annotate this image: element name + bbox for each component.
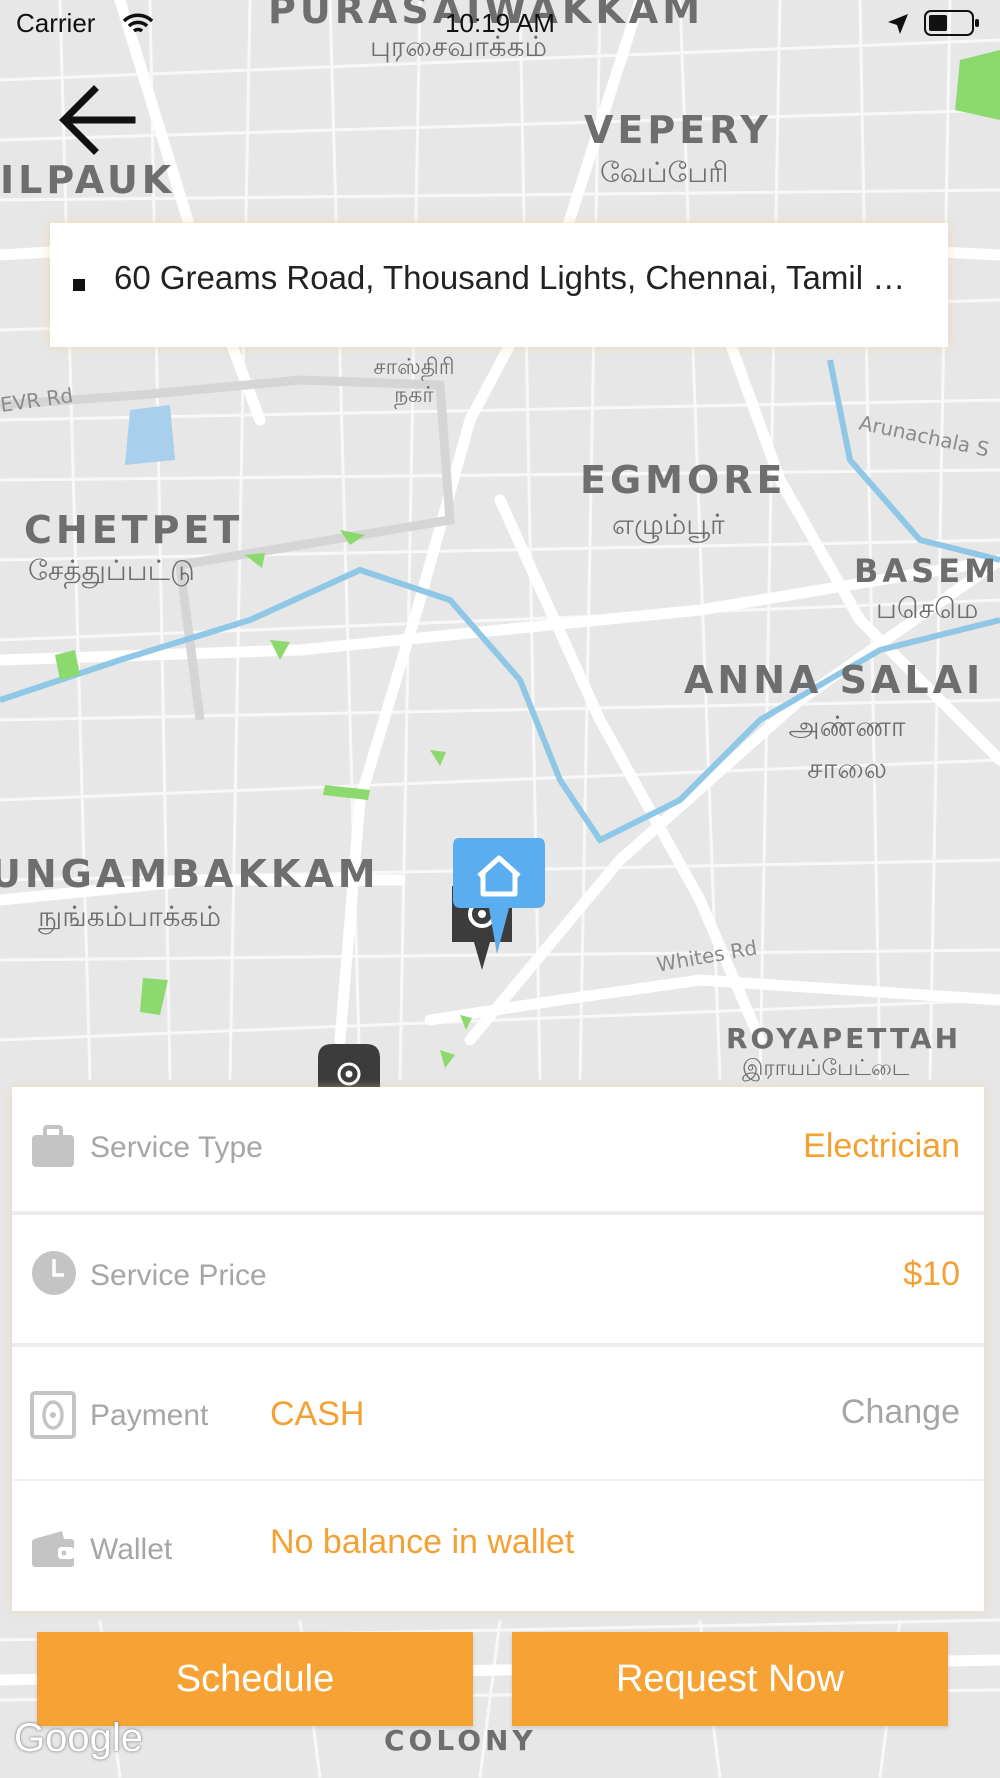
back-arrow-icon[interactable]	[56, 78, 140, 162]
service-details-panel: Service Type Electrician Service Price $…	[12, 1087, 984, 1611]
clock-icon	[32, 1251, 76, 1295]
address-card[interactable]: 60 Greams Road, Thousand Lights, Chennai…	[50, 223, 948, 347]
service-type-row[interactable]: Service Type Electrician	[12, 1087, 984, 1211]
map-label-royapettah-ta: இராயப்பேட்டை	[742, 1056, 910, 1081]
wallet-label: Wallet	[90, 1533, 173, 1566]
wallet-row: Wallet No balance in wallet	[12, 1481, 984, 1611]
map-label-basem: BASEM	[854, 552, 1000, 590]
service-type-label: Service Type	[90, 1131, 263, 1164]
payment-method-value: CASH	[270, 1395, 365, 1433]
schedule-button[interactable]: Schedule	[37, 1632, 473, 1726]
cash-icon	[30, 1391, 76, 1439]
request-now-button[interactable]: Request Now	[512, 1632, 948, 1726]
map-label-egmore-ta: எழும்பூர்	[612, 508, 725, 541]
service-type-value: Electrician	[803, 1127, 960, 1165]
map-label-chetpet: CHETPET	[24, 508, 244, 552]
payment-label: Payment	[90, 1399, 209, 1432]
briefcase-icon	[32, 1125, 74, 1167]
map-label-basem-ta: பசெமெ	[876, 592, 979, 625]
map-label-chetpet-ta: சேத்துப்பட்டு	[28, 554, 195, 587]
map-label-colony: COLONY	[384, 1724, 537, 1757]
map-label-nungambakkam: UNGAMBAKKAM	[0, 852, 380, 896]
battery-icon	[924, 10, 979, 36]
service-price-label: Service Price	[90, 1259, 267, 1292]
payment-row[interactable]: Payment CASH Change	[12, 1347, 984, 1479]
map-label-royapettah: ROYAPETTAH	[726, 1022, 962, 1055]
status-bar: Carrier 10:19 AM	[0, 0, 1000, 50]
map-label-nungambakkam-ta: நுங்கம்பாக்கம்	[38, 900, 221, 933]
provider-marker-icon[interactable]	[314, 1044, 384, 1088]
wallet-balance-text: No balance in wallet	[270, 1523, 575, 1561]
service-price-row: Service Price $10	[12, 1215, 984, 1343]
map-label-kilpauk: ILPAUK	[0, 158, 176, 202]
map-label-vepery: VEPERY	[584, 108, 772, 152]
status-time: 10:19 AM	[445, 8, 555, 38]
map-label-vepery-ta: வேப்பேரி	[600, 156, 729, 189]
home-marker-icon[interactable]	[449, 838, 549, 958]
map-label-anna-salai-ta: அண்ணா சாலை	[788, 710, 906, 785]
service-price-value: $10	[903, 1255, 960, 1293]
map-label-egmore: EGMORE	[580, 458, 787, 502]
wallet-icon	[32, 1531, 74, 1567]
change-payment-button[interactable]: Change	[841, 1393, 960, 1432]
location-arrow-icon	[888, 14, 908, 34]
address-bullet-icon	[73, 279, 85, 291]
map-label-shastri-nagar: சாஸ்திரி நகர்	[373, 355, 455, 408]
google-logo: Google	[14, 1716, 143, 1760]
map-label-anna-salai: ANNA SALAI	[684, 658, 985, 702]
address-text: 60 Greams Road, Thousand Lights, Chennai…	[114, 259, 920, 296]
